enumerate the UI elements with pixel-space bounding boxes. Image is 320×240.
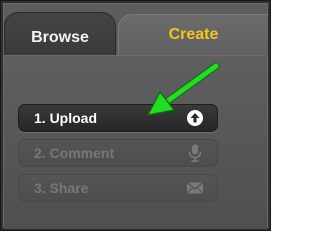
upload-label: 1. Upload <box>34 110 98 126</box>
share-button: 3. Share <box>18 174 218 202</box>
tab-browse[interactable]: Browse <box>4 12 116 56</box>
share-label: 3. Share <box>34 180 89 196</box>
comment-label: 2. Comment <box>34 145 115 161</box>
microphone-icon <box>185 143 205 163</box>
envelope-icon <box>185 178 205 198</box>
tab-create-label: Create <box>168 25 219 43</box>
tab-browse-label: Browse <box>31 28 89 46</box>
annotation-arrow-icon <box>146 62 220 116</box>
tab-create[interactable]: Create <box>118 14 268 58</box>
comment-button: 2. Comment <box>18 139 218 167</box>
